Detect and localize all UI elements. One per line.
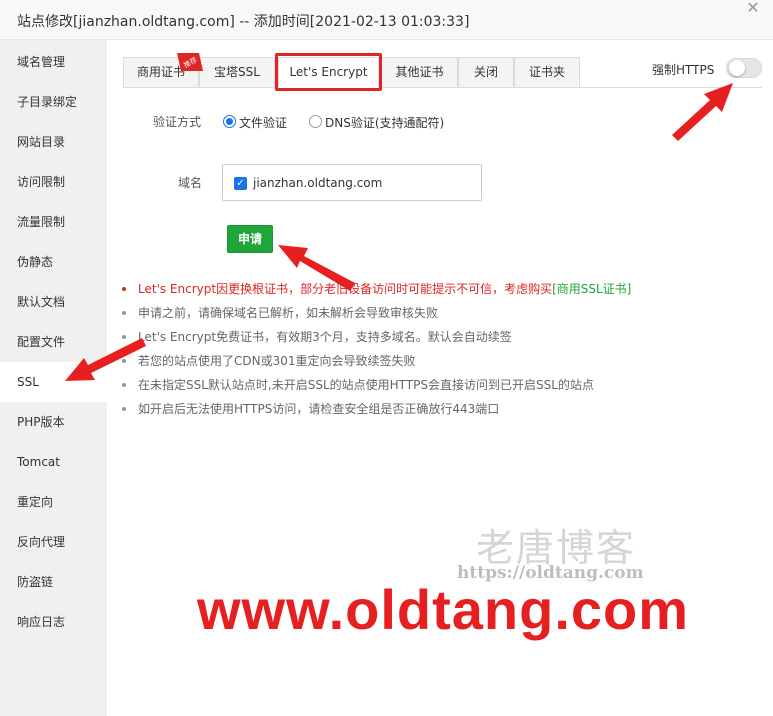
apply-button[interactable]: 申请 [227,225,273,253]
window-titlebar: 站点修改[jianzhan.oldtang.com] -- 添加时间[2021-… [0,0,773,40]
sidebar-item-hotlink[interactable]: 防盗链 [0,562,107,602]
tab-close[interactable]: 关闭 [458,57,514,88]
sidebar-item-ssl[interactable]: SSL [0,362,107,402]
sidebar-item-response-log[interactable]: 响应日志 [0,602,107,642]
tip-item: 若您的站点使用了CDN或301重定向会导致续签失败 [121,352,416,370]
radio-dns-verify[interactable] [309,115,322,128]
sidebar-item-site-dir[interactable]: 网站目录 [0,122,107,162]
tip-item: Let's Encrypt免费证书，有效期3个月，支持多域名。默认会自动续签 [121,328,512,346]
sidebar-item-traffic-limit[interactable]: 流量限制 [0,202,107,242]
sidebar-item-config-file[interactable]: 配置文件 [0,322,107,362]
radio-file-verify[interactable] [223,115,236,128]
domain-value[interactable]: jianzhan.oldtang.com [253,176,382,190]
domain-label: 域名 [178,176,203,190]
tip-warning: Let's Encrypt因更换根证书，部分老旧设备访问时可能提示不可信，考虑购… [121,280,631,298]
domain-checkbox[interactable]: ✓ [234,177,247,190]
tip-item: 如开启后无法使用HTTPS访问，请检查安全组是否正确放行443端口 [121,400,499,418]
commercial-ssl-link[interactable]: [商用SSL证书] [552,282,631,296]
radio-dns-verify-label[interactable]: DNS验证(支持通配符) [325,114,444,131]
sidebar-item-access-limit[interactable]: 访问限制 [0,162,107,202]
tip-item: 申请之前，请确保域名已解析，如未解析会导致审核失败 [121,304,438,322]
domain-list: ✓ jianzhan.oldtang.com [222,164,482,201]
tip-warning-text: Let's Encrypt因更换根证书，部分老旧设备访问时可能提示不可信，考虑购… [138,282,553,296]
window-title: 站点修改[jianzhan.oldtang.com] -- 添加时间[2021-… [17,14,470,30]
radio-file-verify-label[interactable]: 文件验证 [239,114,287,131]
close-icon[interactable]: ✕ [743,0,763,20]
tab-commercial-cert[interactable]: 商用证书 [123,57,199,88]
sidebar-item-domain[interactable]: 域名管理 [0,42,107,82]
verify-method-label: 验证方式 [153,115,202,129]
watermark-big: www.oldtang.com [197,578,690,641]
toggle-knob [729,60,745,76]
sidebar-item-reverse-proxy[interactable]: 反向代理 [0,522,107,562]
sidebar-item-rewrite[interactable]: 伪静态 [0,242,107,282]
arrow-to-toggle [672,83,733,141]
sidebar: 域名管理 子目录绑定 网站目录 访问限制 流量限制 伪静态 默认文档 配置文件 … [0,40,107,716]
sidebar-item-redirect[interactable]: 重定向 [0,482,107,522]
sidebar-item-php-version[interactable]: PHP版本 [0,402,107,442]
sidebar-item-subdir[interactable]: 子目录绑定 [0,82,107,122]
tab-cert-folder[interactable]: 证书夹 [514,57,580,88]
force-https-toggle[interactable] [726,58,762,78]
sidebar-item-default-doc[interactable]: 默认文档 [0,282,107,322]
tab-lets-encrypt[interactable]: Let's Encrypt [278,57,379,88]
tip-item: 在未指定SSL默认站点时,未开启SSL的站点使用HTTPS会直接访问到已开启SS… [121,376,594,394]
tab-bt-ssl[interactable]: 宝塔SSL [199,57,275,88]
force-https-label: 强制HTTPS [652,63,715,77]
tab-other-cert[interactable]: 其他证书 [381,57,458,88]
sidebar-item-tomcat[interactable]: Tomcat [0,442,107,482]
